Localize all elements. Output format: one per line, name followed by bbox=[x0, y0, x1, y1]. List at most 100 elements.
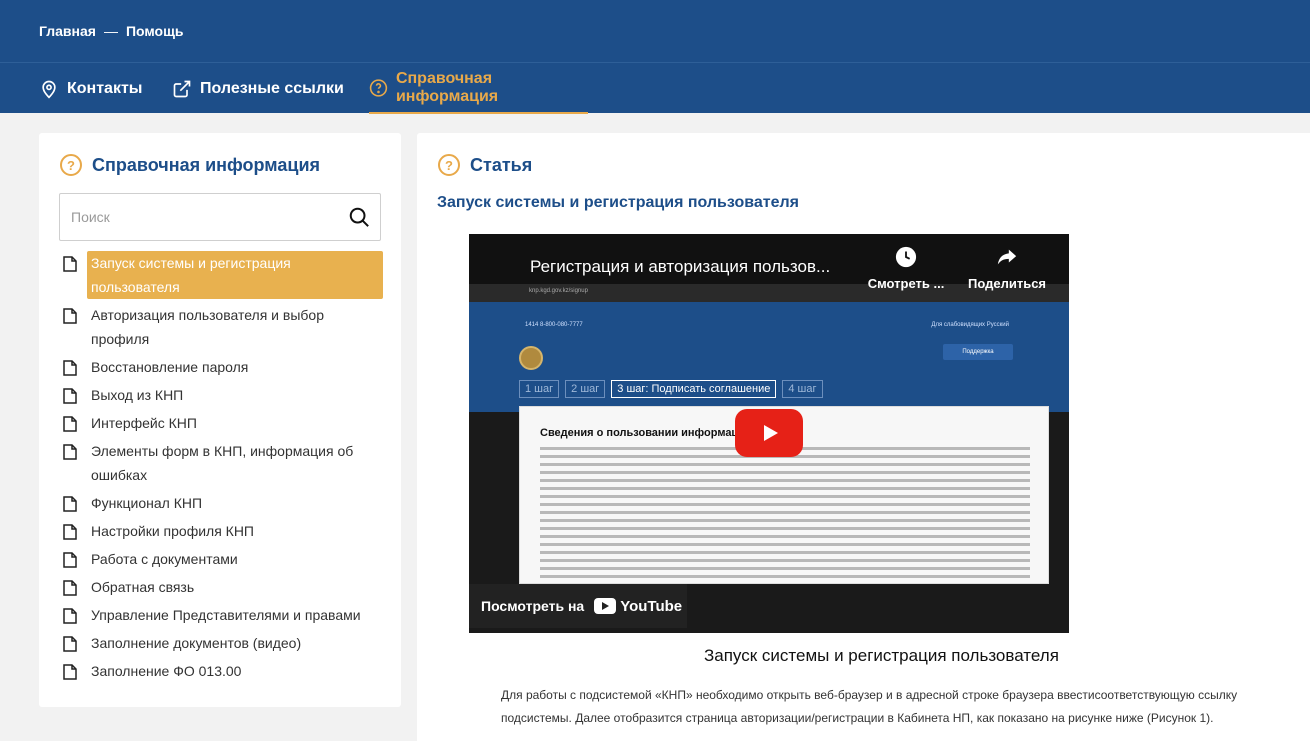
video-site-header: 1414 8-800-080-7777 Для слабовидящих Рус… bbox=[469, 302, 1069, 412]
nav-reference-label: Справочная информация bbox=[395, 69, 499, 105]
document-icon bbox=[63, 636, 77, 652]
youtube-logo-text: YouTube bbox=[620, 597, 683, 615]
document-icon bbox=[63, 552, 77, 568]
nav-useful-links[interactable]: Полезные ссылки bbox=[172, 63, 344, 114]
nav-contacts-label: Контакты bbox=[67, 79, 143, 97]
text-line bbox=[540, 503, 1030, 506]
document-icon bbox=[63, 256, 77, 272]
document-icon bbox=[63, 388, 77, 404]
text-line bbox=[540, 551, 1030, 554]
video-step: 4 шаг bbox=[782, 380, 823, 398]
text-line bbox=[540, 479, 1030, 482]
sidebar-item-documents[interactable]: Работа с документами bbox=[63, 547, 383, 571]
article-body: Для работы с подсистемой «КНП» необходим… bbox=[501, 688, 1238, 725]
text-line bbox=[540, 511, 1030, 514]
text-line bbox=[540, 519, 1030, 522]
search-box bbox=[59, 193, 381, 241]
video-browser-url: knp.kgd.gov.kz/signup bbox=[529, 288, 588, 294]
top-bar: Главная — Помощь bbox=[0, 0, 1310, 62]
search-input[interactable] bbox=[60, 194, 320, 240]
sidebar-item-label: Элементы форм в КНП, информация об ошибк… bbox=[91, 443, 354, 483]
share-label: Поделиться bbox=[967, 276, 1047, 291]
sidebar-item-interface[interactable]: Интерфейс КНП bbox=[63, 411, 383, 435]
text-line bbox=[540, 495, 1030, 498]
sidebar-item-authorization[interactable]: Авторизация пользователя и выбор профиля bbox=[63, 303, 383, 351]
sidebar-menu: Запуск системы и регистрация пользовател… bbox=[63, 251, 383, 687]
clock-icon bbox=[895, 246, 917, 268]
nav-reference[interactable]: Справочная информация bbox=[369, 63, 588, 114]
sidebar-title-text: Справочная информация bbox=[92, 154, 321, 175]
video-step: 1 шаг bbox=[519, 380, 560, 398]
document-icon bbox=[63, 580, 77, 596]
sidebar-item-documents-video[interactable]: Заполнение документов (видео) bbox=[63, 631, 383, 655]
text-line bbox=[540, 487, 1030, 490]
text-line bbox=[540, 527, 1030, 530]
sidebar-item-label: Настройки профиля КНП bbox=[91, 523, 254, 539]
sidebar-item-password-recovery[interactable]: Восстановление пароля bbox=[63, 355, 383, 379]
sidebar-item-label: Запуск системы и регистрация пользовател… bbox=[87, 251, 383, 299]
video-site-accessibility: Для слабовидящих Русский bbox=[931, 322, 1009, 328]
youtube-play-icon bbox=[594, 598, 617, 614]
nav-contacts[interactable]: Контакты bbox=[39, 63, 142, 114]
sidebar-item-label: Обратная связь bbox=[91, 579, 195, 595]
video-player[interactable]: knp.kgd.gov.kz/signup 1414 8-800-080-777… bbox=[469, 234, 1069, 633]
content-panel: ? Статья Запуск системы и регистрация по… bbox=[417, 133, 1310, 741]
video-site-logo bbox=[519, 346, 543, 370]
document-icon bbox=[63, 444, 77, 460]
document-icon bbox=[63, 308, 77, 324]
watch-on-label: Посмотреть на bbox=[481, 598, 585, 614]
text-line bbox=[540, 567, 1030, 570]
text-line bbox=[540, 535, 1030, 538]
sidebar-item-label: Заполнение ФО 013.00 bbox=[91, 663, 242, 679]
sidebar-item-functionality[interactable]: Функционал КНП bbox=[63, 491, 383, 515]
sidebar-title: ? Справочная информация bbox=[60, 154, 320, 176]
text-line bbox=[540, 471, 1030, 474]
document-icon bbox=[63, 608, 77, 624]
video-steps: 1 шаг 2 шаг 3 шаг: Подписать соглашение … bbox=[519, 380, 823, 398]
sidebar-item-logout[interactable]: Выход из КНП bbox=[63, 383, 383, 407]
breadcrumb-current[interactable]: Помощь bbox=[126, 23, 184, 39]
watch-later-button[interactable]: Смотреть ... bbox=[861, 246, 951, 291]
sidebar-item-label: Заполнение документов (видео) bbox=[91, 635, 302, 651]
document-icon bbox=[63, 496, 77, 512]
share-icon bbox=[997, 249, 1017, 265]
video-caption: Запуск системы и регистрация пользовател… bbox=[704, 646, 1059, 665]
video-site-phone: 1414 8-800-080-7777 bbox=[525, 322, 583, 328]
play-button[interactable] bbox=[735, 409, 803, 457]
play-icon bbox=[764, 425, 778, 441]
share-button[interactable]: Поделиться bbox=[962, 246, 1052, 291]
document-icon bbox=[63, 360, 77, 376]
document-icon bbox=[63, 416, 77, 432]
document-icon bbox=[63, 664, 77, 680]
content-title: ? Статья bbox=[438, 154, 532, 176]
sidebar-item-registration[interactable]: Запуск системы и регистрация пользовател… bbox=[63, 251, 383, 299]
video-step: 2 шаг bbox=[565, 380, 606, 398]
watch-on-youtube-button[interactable]: Посмотреть на YouTube bbox=[469, 584, 687, 628]
video-step-active: 3 шаг: Подписать соглашение bbox=[611, 380, 777, 398]
sidebar-item-label: Восстановление пароля bbox=[91, 359, 249, 375]
sidebar-item-form-elements[interactable]: Элементы форм в КНП, информация об ошибк… bbox=[63, 439, 383, 487]
sidebar-item-label: Авторизация пользователя и выбор профиля bbox=[91, 307, 324, 347]
youtube-logo: YouTube bbox=[594, 598, 682, 615]
breadcrumb-home[interactable]: Главная bbox=[39, 23, 96, 39]
video-title[interactable]: Регистрация и авторизация пользов... bbox=[530, 257, 830, 277]
question-circle-icon: ? bbox=[60, 154, 82, 176]
search-icon[interactable] bbox=[348, 206, 370, 228]
text-line bbox=[540, 463, 1030, 466]
text-line bbox=[540, 559, 1030, 562]
sidebar-item-profile-settings[interactable]: Настройки профиля КНП bbox=[63, 519, 383, 543]
sidebar-item-feedback[interactable]: Обратная связь bbox=[63, 575, 383, 599]
nav-useful-links-label: Полезные ссылки bbox=[200, 79, 344, 97]
text-line bbox=[540, 575, 1030, 578]
sidebar-item-label: Интерфейс КНП bbox=[91, 415, 197, 431]
nav-bar: Контакты Полезные ссылки Справочная инфо… bbox=[0, 62, 1310, 114]
sidebar-item-label: Работа с документами bbox=[91, 551, 238, 567]
question-circle-icon bbox=[369, 78, 388, 97]
sidebar-item-fo-013[interactable]: Заполнение ФО 013.00 bbox=[63, 659, 383, 683]
sidebar-item-label: Функционал КНП bbox=[91, 495, 203, 511]
sidebar-item-representatives[interactable]: Управление Представителями и правами bbox=[63, 603, 383, 627]
breadcrumb: Главная — Помощь bbox=[39, 23, 184, 39]
article-heading: Запуск системы и регистрация пользовател… bbox=[437, 194, 799, 211]
sidebar-item-label: Управление Представителями и правами bbox=[91, 607, 361, 623]
document-icon bbox=[63, 524, 77, 540]
